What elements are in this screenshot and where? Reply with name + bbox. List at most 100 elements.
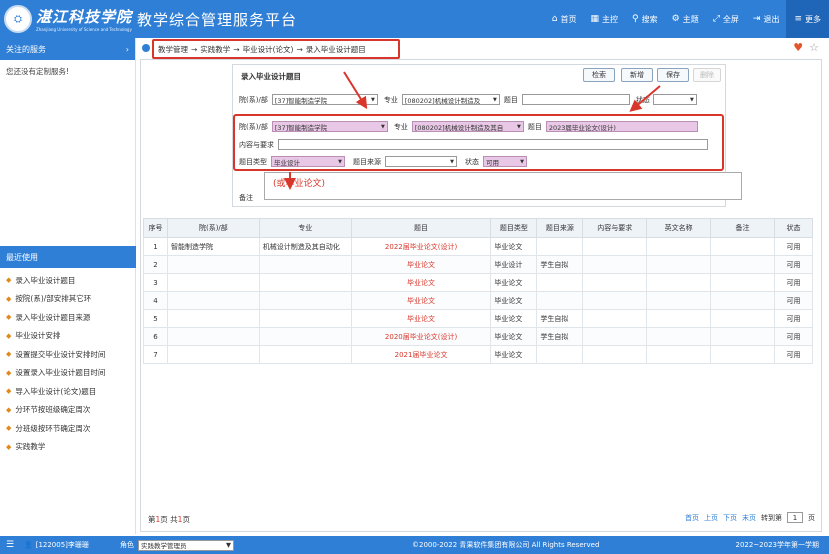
- recent-item[interactable]: ◆ 录入毕业设计题目: [0, 271, 136, 290]
- add-button[interactable]: 新增: [621, 68, 653, 82]
- breadcrumb-item: 录入毕业设计题目: [305, 44, 366, 54]
- table-row[interactable]: 4 毕业论文 毕业论文 可用: [143, 291, 814, 310]
- save-button[interactable]: 保存: [657, 68, 689, 82]
- bullet-icon: ◆: [6, 442, 12, 451]
- hamburger-menu-icon[interactable]: ☰: [6, 540, 14, 550]
- recent-list: ◆ 录入毕业设计题目 ◆ 按院(系)/部安排其它环 ◆ 录入毕业设计题目来源 ◆ 毕业设…: [0, 271, 136, 456]
- theme-icon: ⚙: [671, 14, 680, 24]
- location-pin-icon: [142, 44, 150, 52]
- col-header[interactable]: 英文名称: [646, 218, 712, 238]
- nav-theme[interactable]: ⚙ 主题: [665, 0, 706, 38]
- logo-text: 湛江科技学院: [36, 8, 133, 26]
- academic-term: 2022~2023学年第一学期: [735, 541, 820, 549]
- nav-home[interactable]: ⌂ 首页: [545, 0, 584, 38]
- bullet-icon: ◆: [6, 387, 12, 396]
- caret-down-icon: ▼: [492, 96, 497, 103]
- table-header-row: 序号 院(系)/部 专业 题目 题目类型 题目来源 内容与要求 英文名称 备注 …: [143, 218, 814, 238]
- goto-page-input[interactable]: 1: [787, 512, 803, 523]
- col-header[interactable]: 专业: [258, 218, 352, 238]
- topic-search-input[interactable]: [521, 94, 630, 105]
- dept-select[interactable]: [37]智能制造学院 ▼: [271, 94, 378, 105]
- bullet-icon: ◆: [6, 368, 12, 377]
- major-select[interactable]: [080202]机械设计制造及 ▼: [401, 94, 500, 105]
- col-header[interactable]: 题目来源: [536, 218, 584, 238]
- followed-empty-text: 您还没有定制服务!: [6, 67, 70, 76]
- col-header[interactable]: 序号: [143, 218, 168, 238]
- recent-item[interactable]: ◆ 设置提交毕业设计安排时间: [0, 345, 136, 364]
- table-row[interactable]: 2 毕业论文 毕业设计 学生自拟 可用: [143, 255, 814, 274]
- remark-label: 备注: [239, 194, 253, 202]
- recent-item[interactable]: ◆ 分环节按班级确定周次: [0, 401, 136, 420]
- menu-icon: ≡: [794, 14, 802, 24]
- table-row[interactable]: 5 毕业论文 毕业论文 学生自拟 可用: [143, 309, 814, 328]
- bullet-icon: ◆: [6, 276, 12, 285]
- hint-text: (或毕业论文): [273, 179, 326, 189]
- footer: 👤 [122005]李珊珊 角色 实践教学管理员 ▼ ©2000-2022 青果软…: [0, 536, 829, 554]
- copyright: ©2000-2022 青果软件集团有限公司 All Rights Reserve…: [412, 541, 600, 549]
- recent-item[interactable]: ◆ 分班级按环节确定周次: [0, 419, 136, 438]
- bullet-icon: ◆: [6, 424, 12, 433]
- bullet-icon: ◆: [6, 294, 12, 303]
- arrow-right-icon: →: [191, 44, 198, 54]
- arrow-right-icon: →: [233, 44, 240, 54]
- col-header[interactable]: 内容与要求: [582, 218, 648, 238]
- page-info: 第1页 共1页: [148, 515, 190, 524]
- col-header[interactable]: 备注: [710, 218, 775, 238]
- bullet-icon: ◆: [6, 405, 12, 414]
- sidebar: 关注的服务 › 您还没有定制服务! 最近使用 ◆ 录入毕业设计题目 ◆ 按院(系)/…: [0, 38, 136, 534]
- first-page-link[interactable]: 首页: [685, 513, 699, 523]
- col-header[interactable]: 题目类型: [490, 218, 538, 238]
- home-icon: ⌂: [551, 14, 558, 24]
- recent-item[interactable]: ◆ 设置录入毕业设计题目时间: [0, 364, 136, 383]
- arrow-right-icon: →: [296, 44, 303, 54]
- role-select[interactable]: 实践教学管理员 ▼: [138, 539, 234, 551]
- delete-button[interactable]: 删除: [693, 68, 721, 82]
- breadcrumb-item[interactable]: 实践教学: [200, 44, 230, 55]
- recent-header: 最近使用: [0, 246, 136, 268]
- highlight-box: [233, 114, 724, 171]
- next-page-link[interactable]: 下页: [723, 513, 737, 523]
- caret-down-icon: ▼: [226, 541, 231, 549]
- last-page-link[interactable]: 末页: [742, 513, 756, 523]
- prev-page-link[interactable]: 上页: [704, 513, 718, 523]
- caret-down-icon: ▼: [689, 96, 694, 103]
- star-icon[interactable]: ☆: [809, 41, 819, 54]
- recent-item[interactable]: ◆ 按院(系)/部安排其它环: [0, 290, 136, 309]
- logout-icon: ⇥: [752, 14, 761, 24]
- goto-suffix: 页: [808, 513, 815, 522]
- col-header[interactable]: 院(系)/部: [166, 218, 260, 238]
- breadcrumb-item[interactable]: 教学管理: [158, 44, 188, 55]
- app-title: 教学综合管理服务平台: [137, 10, 298, 29]
- table-row[interactable]: 7 2021届毕业论文 毕业论文 可用: [143, 345, 814, 364]
- topics-table: 序号 院(系)/部 专业 题目 题目类型 题目来源 内容与要求 英文名称 备注 …: [143, 218, 814, 364]
- table-row[interactable]: 6 2020届毕业论文(设计) 毕业论文 学生自拟 可用: [143, 327, 814, 346]
- chevron-right-icon[interactable]: ›: [126, 45, 129, 54]
- table-row[interactable]: 3 毕业论文 毕业论文 可用: [143, 273, 814, 292]
- remark-textarea[interactable]: [264, 172, 742, 200]
- pager-controls: 首页 上页 下页 末页 转到第 1 页: [685, 512, 815, 523]
- nav-main-control[interactable]: ▦ 主控: [584, 0, 626, 38]
- nav-more[interactable]: ≡ 更多: [786, 0, 829, 38]
- recent-item[interactable]: ◆ 毕业设计安排: [0, 327, 136, 346]
- top-nav: ⌂ 首页 ▦ 主控 ⚲ 搜索 ⚙ 主题 ⤢ 全屏 ⇥ 退出 ≡ 更多: [545, 0, 829, 38]
- search-icon: ⚲: [632, 14, 639, 24]
- nav-fullscreen[interactable]: ⤢ 全屏: [706, 0, 746, 38]
- heart-icon[interactable]: ♥: [793, 41, 803, 54]
- col-header[interactable]: 题目: [350, 218, 492, 238]
- favorite-actions: ♥ ☆: [793, 41, 819, 54]
- recent-item[interactable]: ◆ 导入毕业设计(论文)题目: [0, 382, 136, 401]
- school-seal-icon: ⛭: [4, 5, 32, 33]
- status-select[interactable]: ▼: [652, 94, 697, 105]
- recent-item[interactable]: ◆ 录入毕业设计题目来源: [0, 308, 136, 327]
- logo-subtext: Zhanjiang University of Science and Tech…: [36, 27, 132, 32]
- goto-label: 转到第: [761, 513, 782, 522]
- breadcrumb-item[interactable]: 毕业设计(论文): [243, 44, 294, 55]
- bullet-icon: ◆: [6, 313, 12, 322]
- nav-search[interactable]: ⚲ 搜索: [625, 0, 665, 38]
- search-button[interactable]: 检索: [583, 68, 615, 82]
- table-row[interactable]: 1 智能制造学院 机械设计制造及其自动化 2022届毕业论文(设计) 毕业论文 …: [143, 237, 814, 256]
- followed-services-header[interactable]: 关注的服务 ›: [0, 38, 135, 60]
- nav-logout[interactable]: ⇥ 退出: [746, 0, 787, 38]
- recent-item[interactable]: ◆ 实践教学: [0, 438, 136, 457]
- col-header[interactable]: 状态: [773, 218, 814, 238]
